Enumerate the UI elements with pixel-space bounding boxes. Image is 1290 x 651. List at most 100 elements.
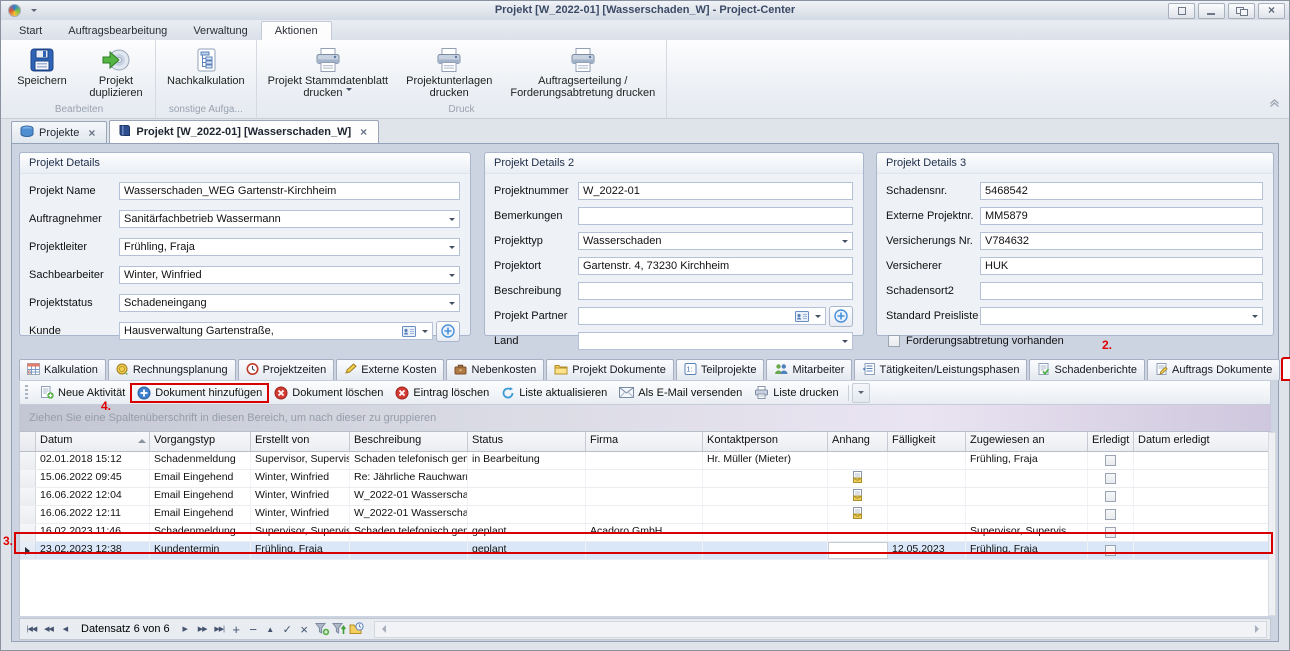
tab-projektzeiten[interactable]: Projektzeiten	[238, 359, 335, 380]
erledigt-checkbox[interactable]	[1105, 455, 1116, 466]
toolbar-overflow-caret-icon[interactable]	[852, 383, 870, 403]
contact-card-icon[interactable]	[402, 326, 416, 337]
input-bemerkungen[interactable]	[578, 207, 853, 225]
combo-arrow-icon[interactable]	[445, 211, 459, 227]
ribbon-button-projekt-duplizieren[interactable]: Projektduplizieren	[80, 42, 152, 100]
input-standard-preisliste[interactable]	[980, 307, 1263, 325]
filter-add-icon[interactable]	[314, 621, 331, 637]
toolbar-grip-handle[interactable]	[25, 385, 28, 400]
column-header-status[interactable]: Status	[468, 432, 586, 451]
combo-arrow-icon[interactable]	[445, 239, 459, 255]
combo-arrow-icon[interactable]	[811, 308, 825, 324]
prev-record-button[interactable]	[57, 621, 74, 637]
toolbar-button-neue-aktivität[interactable]: Neue Aktivität	[34, 384, 131, 401]
input-projektnummer[interactable]: W_2022-01	[578, 182, 853, 200]
minimize-button[interactable]	[1198, 3, 1225, 19]
tab-externe-kosten[interactable]: Externe Kosten	[336, 359, 444, 380]
toolbar-button-dokument-löschen[interactable]: Dokument löschen	[268, 384, 389, 402]
cancel-record-button[interactable]	[296, 621, 313, 637]
tab-rechnungsplanung[interactable]: Rechnungsplanung	[108, 359, 236, 380]
rewind-record-button[interactable]	[40, 621, 57, 637]
table-row[interactable]: 15.06.2022 09:45Email EingehendWinter, W…	[20, 470, 1270, 488]
edit-record-button[interactable]	[262, 621, 279, 637]
filter-sort-icon[interactable]	[331, 621, 348, 637]
ribbon-button-projekt-stammdatenblatt-drucken[interactable]: Projekt Stammdatenblattdrucken	[260, 42, 396, 100]
input-versicherer[interactable]: HUK	[980, 257, 1263, 275]
table-row[interactable]: 16.02.2023 11:46SchadenmeldungSupervisor…	[20, 524, 1270, 542]
erledigt-checkbox[interactable]	[1105, 473, 1116, 484]
tab-kalkulation[interactable]: 6Kalkulation	[19, 359, 106, 380]
input-sachbearbeiter[interactable]: Winter, Winfried	[119, 266, 460, 284]
column-header-erledigt[interactable]: Erledigt	[1088, 432, 1134, 451]
tab-projekt-dokumente[interactable]: Projekt Dokumente	[546, 359, 674, 380]
history-icon[interactable]	[348, 621, 365, 637]
tab-schadenberichte[interactable]: Schadenberichte	[1029, 359, 1145, 380]
ribbon-tab-auftragsbearbeitung[interactable]: Auftragsbearbeitung	[55, 22, 180, 40]
add-new-button[interactable]	[829, 306, 853, 327]
input-schadensort2[interactable]	[980, 282, 1263, 300]
input-projektort[interactable]: Gartenstr. 4, 73230 Kirchheim	[578, 257, 853, 275]
column-header-fälligkeit[interactable]: Fälligkeit	[888, 432, 966, 451]
toolbar-button-als-e-mail-versenden[interactable]: Als E-Mail versenden	[613, 385, 748, 401]
input-schadensnr[interactable]: 5468542	[980, 182, 1263, 200]
add-new-button[interactable]	[436, 321, 460, 342]
collapse-ribbon-icon[interactable]	[1268, 99, 1281, 111]
input-auftragnehmer[interactable]: Sanitärfachbetrieb Wassermann	[119, 210, 460, 228]
input-projektleiter[interactable]: Frühling, Fraja	[119, 238, 460, 256]
input-projekttyp[interactable]: Wasserschaden	[578, 232, 853, 250]
column-header-datum-erledigt[interactable]: Datum erledigt	[1134, 432, 1271, 451]
column-header-beschreibung[interactable]: Beschreibung	[350, 432, 468, 451]
first-record-button[interactable]	[23, 621, 40, 637]
tab-mitarbeiter[interactable]: Mitarbeiter	[766, 359, 852, 380]
combo-arrow-icon[interactable]	[1248, 308, 1262, 324]
input-projekt-partner[interactable]	[578, 307, 826, 325]
combo-arrow-icon[interactable]	[445, 295, 459, 311]
toolbar-button-liste-aktualisieren[interactable]: Liste aktualisieren	[495, 384, 613, 402]
next-record-button[interactable]	[177, 621, 194, 637]
input-externe-projektnr[interactable]: MM5879	[980, 207, 1263, 225]
input-beschreibung[interactable]	[578, 282, 853, 300]
horizontal-scrollbar[interactable]	[374, 621, 1267, 638]
combo-arrow-icon[interactable]	[838, 233, 852, 249]
check-record-button[interactable]	[279, 621, 296, 637]
toolbar-button-liste-drucken[interactable]: Liste drucken	[748, 384, 844, 401]
toolbar-button-dokument-hinzufügen[interactable]: Dokument hinzufügen	[131, 384, 268, 402]
combo-arrow-icon[interactable]	[445, 267, 459, 283]
input-projekt-name[interactable]: Wasserschaden_WEG Gartenstr-Kirchheim	[119, 182, 460, 200]
erledigt-checkbox[interactable]	[1105, 491, 1116, 502]
erledigt-checkbox[interactable]	[1105, 545, 1116, 556]
ribbon-button-auftragserteilung-forderungsabtretung-drucken[interactable]: Auftragserteilung /Forderungsabtretung d…	[502, 42, 663, 100]
ribbon-tab-verwaltung[interactable]: Verwaltung	[180, 22, 260, 40]
doc-tab-projekt-w-2022-01-wasserschaden-w[interactable]: Projekt [W_2022-01] [Wasserschaden_W]	[109, 120, 379, 143]
table-row[interactable]: 16.06.2022 12:04Email EingehendWinter, W…	[20, 488, 1270, 506]
vertical-scrollbar[interactable]	[1268, 432, 1276, 616]
input-kunde[interactable]: Hausverwaltung Gartenstraße,	[119, 322, 433, 340]
close-button[interactable]	[1258, 3, 1285, 19]
column-header-vorgangstyp[interactable]: Vorgangstyp	[150, 432, 251, 451]
close-tab-icon[interactable]	[88, 126, 98, 140]
combo-arrow-icon[interactable]	[418, 323, 432, 339]
ribbon-tab-aktionen[interactable]: Aktionen	[261, 21, 332, 40]
plus-record-button[interactable]	[228, 621, 245, 637]
contact-card-icon[interactable]	[795, 311, 809, 322]
close-tab-icon[interactable]	[360, 125, 370, 139]
ribbon-button-speichern[interactable]: Speichern	[6, 42, 78, 88]
column-header-firma[interactable]: Firma	[586, 432, 703, 451]
tab-teilprojekte[interactable]: 1:Teilprojekte	[676, 359, 765, 380]
erledigt-checkbox[interactable]	[1105, 527, 1116, 538]
column-header-datum[interactable]: Datum	[36, 432, 150, 451]
doc-tab-projekte[interactable]: Projekte	[11, 121, 107, 143]
input-projektstatus[interactable]: Schadeneingang	[119, 294, 460, 312]
ribbon-tab-start[interactable]: Start	[6, 22, 55, 40]
last-record-button[interactable]	[211, 621, 228, 637]
column-header-anhang[interactable]: Anhang	[828, 432, 888, 451]
table-row[interactable]: 02.01.2018 15:12SchadenmeldungSupervisor…	[20, 452, 1270, 470]
table-row[interactable]: 23.02.2023 12:38KundenterminFrühling, Fr…	[20, 542, 1270, 560]
tab-nebenkosten[interactable]: Nebenkosten	[446, 359, 544, 380]
column-header-zugewiesen-an[interactable]: Zugewiesen an	[966, 432, 1088, 451]
checkbox-forderungsabtretung-vorhanden[interactable]	[888, 335, 900, 347]
input-land[interactable]	[578, 332, 853, 350]
tab-tätigkeiten-leistungsphasen[interactable]: Tätigkeiten/Leistungsphasen	[854, 359, 1027, 380]
scroll-left-icon[interactable]	[378, 625, 386, 633]
forward-record-button[interactable]	[194, 621, 211, 637]
